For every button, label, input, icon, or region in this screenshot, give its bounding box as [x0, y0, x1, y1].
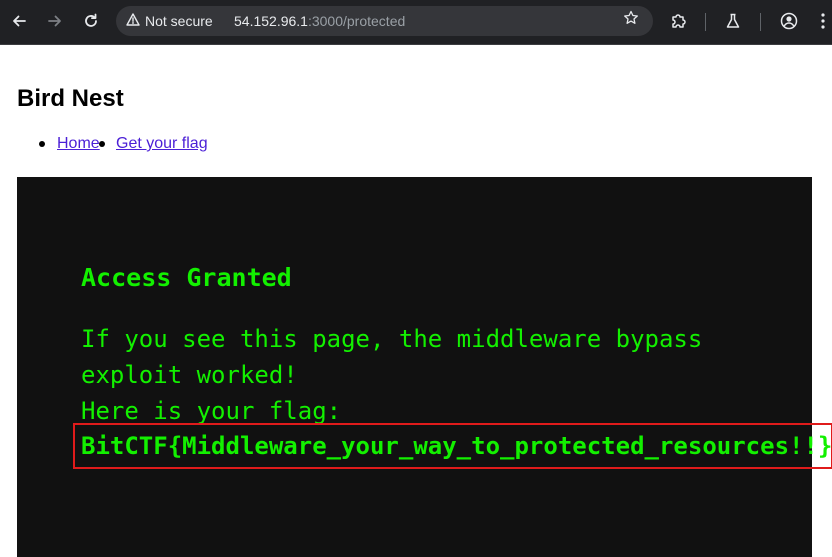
nav-link-home[interactable]: Home	[57, 135, 100, 153]
address-bar[interactable]: Not secure 54.152.96.1:3000/protected	[116, 6, 653, 36]
message-line: exploit worked!	[81, 361, 298, 389]
security-indicator[interactable]: Not secure	[126, 11, 213, 31]
page-content: Bird Nest Home Get your flag Access Gran…	[0, 45, 832, 557]
url-path: :3000/protected	[307, 13, 406, 29]
flask-icon[interactable]	[720, 8, 746, 34]
puzzle-icon[interactable]	[666, 8, 692, 34]
security-label: Not secure	[145, 13, 213, 29]
arrow-right-icon[interactable]	[42, 8, 68, 34]
reload-icon[interactable]	[78, 8, 104, 34]
bullet	[39, 141, 45, 147]
toolbar-divider	[760, 13, 761, 31]
nav-list: Home Get your flag	[17, 135, 317, 159]
terminal-panel: Access Granted If you see this page, the…	[17, 177, 812, 557]
warning-icon	[126, 13, 140, 29]
site-title: Bird Nest	[17, 85, 124, 112]
message-line: If you see this page, the middleware byp…	[81, 325, 703, 353]
star-icon[interactable]	[623, 10, 639, 31]
arrow-left-icon[interactable]	[6, 8, 32, 34]
access-heading: Access Granted	[81, 263, 292, 292]
account-icon[interactable]	[776, 8, 802, 34]
toolbar-divider	[705, 13, 706, 31]
kebab-menu-icon[interactable]	[810, 8, 832, 34]
browser-toolbar: Not secure 54.152.96.1:3000/protected	[0, 0, 832, 45]
url-host: 54.152.96.1	[234, 13, 308, 29]
url-text[interactable]: 54.152.96.1:3000/protected	[234, 13, 405, 29]
bullet	[99, 141, 105, 147]
nav-link-get-flag[interactable]: Get your flag	[116, 135, 208, 153]
flag-text: BitCTF{Middleware_your_way_to_protected_…	[81, 432, 832, 460]
